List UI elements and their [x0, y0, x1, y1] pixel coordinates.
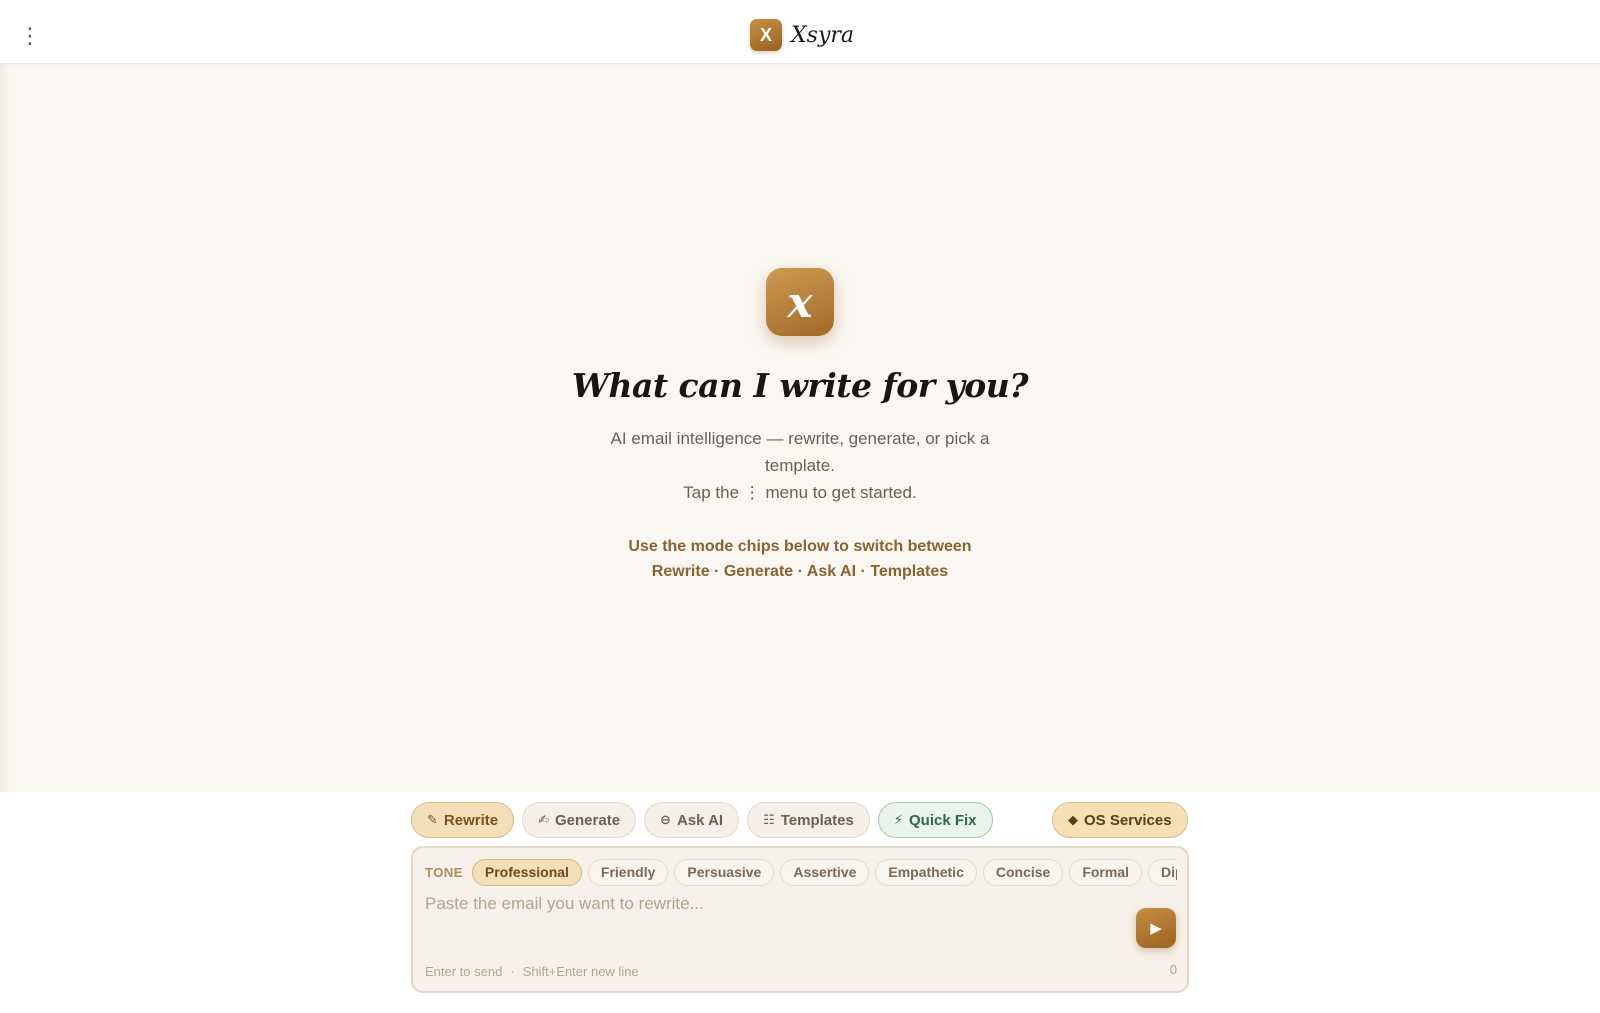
play-icon: ▶ — [1150, 920, 1162, 937]
hero-logo-icon: x — [766, 268, 834, 336]
tone-label: TONE — [425, 864, 463, 880]
writing-hand-icon: ✍ — [538, 812, 549, 827]
grid-icon: ☷ — [763, 812, 775, 827]
mode-chip-generate[interactable]: ✍ Generate — [522, 802, 637, 838]
composer-box: TONE Professional Friendly Persuasive As… — [411, 846, 1189, 993]
composer-footer: Enter to send · Shift+Enter new line 0 — [425, 962, 1177, 980]
footer-separator: · — [510, 963, 515, 979]
kebab-menu-icon[interactable]: ⋮ — [18, 20, 42, 52]
tone-selector: TONE Professional Friendly Persuasive As… — [425, 858, 1177, 886]
hero-hint-line-2: Rewrite · Generate · Ask AI · Templates — [651, 563, 949, 580]
diamond-icon: ◆ — [1068, 812, 1078, 827]
newline-hint: Shift+Enter new line — [522, 963, 639, 979]
chat-bubble-icon: ⊖ — [660, 812, 671, 827]
char-count: 0 — [1169, 962, 1177, 977]
pencil-icon: ✎ — [427, 812, 438, 827]
top-bar: ⋮ X Xsyra — [0, 0, 1600, 64]
tone-chip-friendly[interactable]: Friendly — [587, 858, 669, 886]
tone-chip-professional[interactable]: Professional — [471, 858, 582, 886]
os-services-button[interactable]: ◆ OS Services — [1052, 802, 1188, 838]
mode-chip-label: Ask AI — [676, 811, 724, 829]
hero-subtitle-line-1: AI email intelligence — rewrite, generat… — [610, 429, 990, 475]
mode-chip-rewrite[interactable]: ✎ Rewrite — [411, 802, 515, 838]
mode-chip-ask-ai[interactable]: ⊖ Ask AI — [644, 802, 740, 838]
os-services-label: OS Services — [1084, 811, 1172, 829]
brand-logo-icon: X — [750, 19, 782, 51]
mode-chip-label: Generate — [555, 811, 621, 829]
tone-chip-formal[interactable]: Formal — [1069, 858, 1143, 886]
mode-chip-quick-fix[interactable]: ⚡ Quick Fix — [877, 802, 993, 838]
hero-title: What can I write for you? — [571, 366, 1029, 405]
tone-chip-assertive[interactable]: Assertive — [780, 858, 870, 886]
tone-chip-diplomatic[interactable]: Diplomatic — [1148, 858, 1177, 886]
brand-name: Xsyra — [791, 22, 855, 48]
tone-chip-persuasive[interactable]: Persuasive — [674, 858, 775, 886]
mode-chip-label: Quick Fix — [908, 811, 977, 829]
enter-hint: Enter to send — [425, 963, 503, 979]
hero-subtitle: AI email intelligence — rewrite, generat… — [610, 425, 990, 506]
email-input[interactable] — [425, 894, 1115, 944]
hero-hint-line-1: Use the mode chips below to switch betwe… — [628, 538, 972, 555]
mode-chips: ✎ Rewrite ✍ Generate ⊖ Ask AI ☷ Template… — [411, 802, 1001, 838]
hero-hint: Use the mode chips below to switch betwe… — [560, 534, 1040, 584]
send-button[interactable]: ▶ — [1136, 908, 1176, 948]
tone-chip-concise[interactable]: Concise — [982, 858, 1064, 886]
hero-subtitle-line-2: Tap the ⋮ menu to get started. — [683, 483, 917, 502]
lightning-icon: ⚡ — [893, 812, 903, 827]
mode-chip-label: Templates — [780, 811, 854, 829]
tone-chip-empathetic[interactable]: Empathetic — [875, 858, 977, 886]
brand: X Xsyra — [750, 19, 854, 51]
mode-chip-label: Rewrite — [443, 811, 499, 829]
mode-chip-templates[interactable]: ☷ Templates — [747, 802, 870, 838]
